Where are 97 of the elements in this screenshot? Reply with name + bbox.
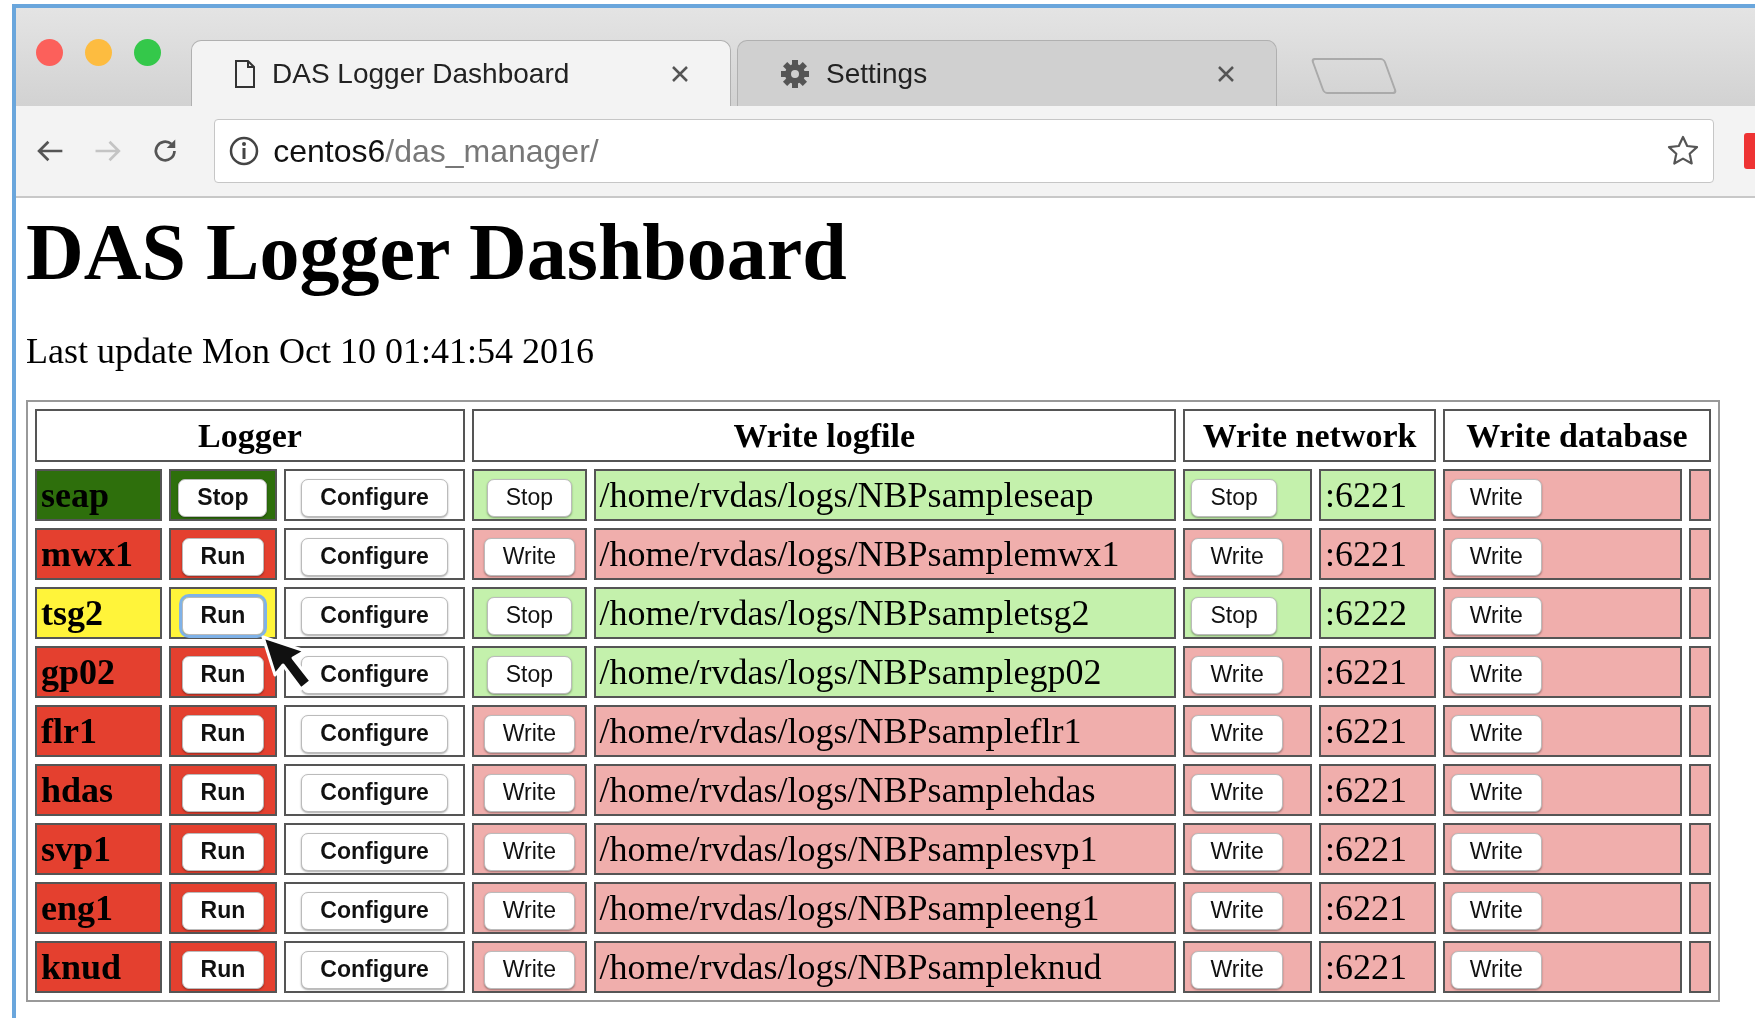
logfile-path-cell: /home/rvdas/logs/NBPsamplesvp1 [593,823,1177,875]
table-cell [1688,941,1711,993]
address-bar[interactable]: centos6/das_manager/ [214,119,1715,183]
action-button[interactable]: Write [1191,950,1283,989]
star-icon[interactable] [1667,135,1700,167]
page-title: DAS Logger Dashboard [26,207,847,298]
port-cell: :6221 [1319,528,1436,580]
close-tab-icon[interactable] [670,63,690,84]
port-cell: :6221 [1319,469,1436,521]
action-button[interactable]: Write [1450,891,1542,930]
action-button[interactable]: Run [181,832,265,871]
action-button[interactable]: Run [181,537,265,576]
port-cell: :6221 [1319,882,1436,934]
action-button[interactable]: Configure [301,950,448,989]
column-header: Write logfile [472,409,1177,462]
action-button[interactable]: Write [1450,596,1542,635]
logger-name-cell: hdas [35,764,162,816]
action-button[interactable]: Write [1450,478,1542,517]
action-button[interactable]: Write [1450,537,1542,576]
table-cell [1688,587,1711,639]
logger-name-cell: knud [35,941,162,993]
logfile-path-cell: /home/rvdas/logs/NBPsamplemwx1 [593,528,1177,580]
action-button[interactable]: Write [1450,950,1542,989]
action-button[interactable]: Configure [301,891,448,930]
action-button[interactable]: Run [181,655,265,694]
url-text: centos6/das_manager/ [273,132,600,170]
action-button[interactable]: Stop [178,478,268,517]
action-button[interactable]: Stop [1191,478,1277,517]
action-button[interactable]: Write [483,714,575,753]
browser-tab[interactable]: DAS Logger Dashboard [191,40,731,106]
column-header: Logger [35,409,466,462]
table-cell [1688,646,1711,698]
logfile-path-cell: /home/rvdas/logs/NBPsampleknud [593,941,1177,993]
last-update-text: Last update Mon Oct 10 01:41:54 2016 [26,330,594,372]
logger-name-cell: seap [35,469,162,521]
action-button[interactable]: Write [1191,773,1283,812]
action-button[interactable]: Write [483,773,575,812]
port-cell: :6221 [1319,764,1436,816]
action-button[interactable]: Configure [301,596,448,635]
action-button[interactable]: Write [1450,714,1542,753]
column-header: Write network [1183,409,1436,462]
action-button[interactable]: Write [483,891,575,930]
action-button[interactable]: Run [181,596,265,635]
action-button[interactable]: Configure [301,478,448,517]
port-cell: :6222 [1319,587,1436,639]
action-button[interactable]: Run [181,950,265,989]
action-button[interactable]: Configure [301,537,448,576]
column-header: Write database [1442,409,1711,462]
action-button[interactable]: Configure [301,773,448,812]
logfile-path-cell: /home/rvdas/logs/NBPsamplegp02 [593,646,1177,698]
table-cell [1688,469,1711,521]
table-cell [1688,528,1711,580]
action-button[interactable]: Write [483,950,575,989]
action-button[interactable]: Write [1450,655,1542,694]
logger-name-cell: gp02 [35,646,162,698]
logger-name-cell: svp1 [35,823,162,875]
table-cell [1688,764,1711,816]
action-button[interactable]: Write [1450,773,1542,812]
logfile-path-cell: /home/rvdas/logs/NBPsampletsg2 [593,587,1177,639]
action-button[interactable]: Stop [486,655,572,694]
table-cell [1688,705,1711,757]
document-icon [234,59,256,88]
action-button[interactable]: Write [1191,537,1283,576]
port-cell: :6221 [1319,823,1436,875]
action-button[interactable]: Write [1191,714,1283,753]
action-button[interactable]: Write [1191,832,1283,871]
action-button[interactable]: Run [181,773,265,812]
action-button[interactable]: Run [181,714,265,753]
action-button[interactable]: Configure [301,832,448,871]
logfile-path-cell: /home/rvdas/logs/NBPsampleeng1 [593,882,1177,934]
action-button[interactable]: Write [1191,891,1283,930]
action-button[interactable]: Write [1450,832,1542,871]
info-icon[interactable] [229,136,260,166]
table-cell [1688,823,1711,875]
logger-name-cell: mwx1 [35,528,162,580]
logfile-path-cell: /home/rvdas/logs/NBPsampleseap [593,469,1177,521]
action-button[interactable]: Write [1191,655,1283,694]
logfile-path-cell: /home/rvdas/logs/NBPsamplehdas [593,764,1177,816]
port-cell: :6221 [1319,646,1436,698]
port-cell: :6221 [1319,941,1436,993]
action-button[interactable]: Stop [486,596,572,635]
browser-tab[interactable]: Settings [737,40,1277,106]
action-button[interactable]: Write [483,832,575,871]
table-cell [1688,882,1711,934]
action-button[interactable]: Run [181,891,265,930]
action-button[interactable]: Configure [301,714,448,753]
gear-icon [780,58,810,89]
logger-name-cell: flr1 [35,705,162,757]
logfile-path-cell: /home/rvdas/logs/NBPsampleflr1 [593,705,1177,757]
logger-name-cell: eng1 [35,882,162,934]
port-cell: :6221 [1319,705,1436,757]
action-button[interactable]: Write [483,537,575,576]
action-button[interactable]: Stop [486,478,572,517]
action-button[interactable]: Stop [1191,596,1277,635]
logger-name-cell: tsg2 [35,587,162,639]
action-button[interactable]: Configure [301,655,448,694]
close-tab-icon[interactable] [1216,63,1236,84]
